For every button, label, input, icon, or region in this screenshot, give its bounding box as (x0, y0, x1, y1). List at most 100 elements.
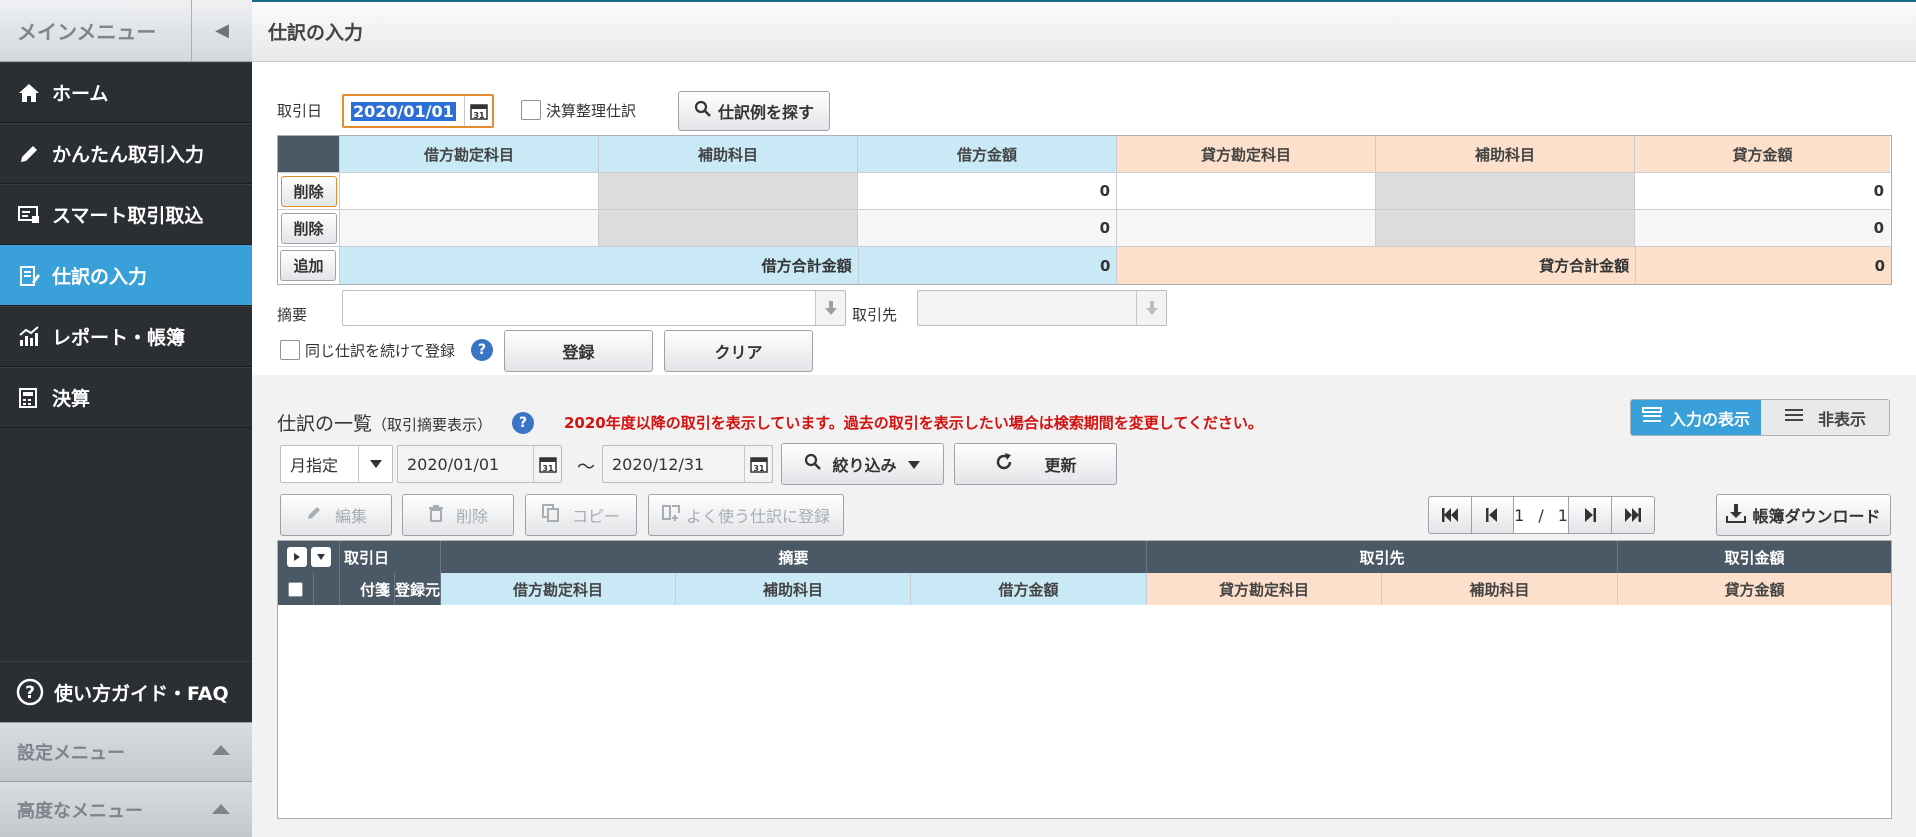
date-value: 2020/01/01 (351, 101, 456, 121)
help-icon[interactable]: ? (471, 339, 493, 361)
select-all-checkbox[interactable] (288, 581, 303, 597)
debit-sub-account-cell (599, 173, 858, 209)
column-header: 貸方勘定科目 (1117, 136, 1376, 172)
adjustment-entry-checkbox[interactable] (521, 100, 541, 120)
column-header[interactable]: 登録元 (395, 573, 441, 605)
date-label: 取引日 (277, 102, 323, 120)
add-favorite-button[interactable]: よく使う仕訳に登録 (648, 494, 844, 536)
sidebar-item-guide-faq[interactable]: ? 使い方ガイド・FAQ (0, 661, 252, 722)
sidebar-item-reports[interactable]: レポート・帳簿 (0, 306, 252, 367)
pencil-icon (305, 504, 323, 526)
debit-account-cell[interactable] (340, 210, 599, 246)
trash-icon (428, 504, 444, 526)
add-row-button[interactable]: 追加 (280, 250, 337, 281)
column-header[interactable]: 借方勘定科目 (441, 573, 676, 605)
column-header[interactable]: 取引先 (1147, 541, 1618, 573)
delete-row-button[interactable]: 削除 (280, 212, 337, 244)
repeat-entry-label: 同じ仕訳を続けて登録 (305, 342, 456, 360)
column-header[interactable]: 補助科目 (1382, 573, 1618, 605)
memo-input[interactable] (342, 290, 846, 326)
sidebar-item-journal-entry[interactable]: 仕訳の入力 (0, 245, 252, 306)
first-page-button[interactable] (1429, 497, 1472, 533)
entry-display-toggle[interactable]: 入力の表示 非表示 (1630, 399, 1890, 436)
credit-amount-cell[interactable]: 0 (1635, 173, 1890, 209)
credit-account-cell[interactable] (1117, 210, 1376, 246)
find-example-button[interactable]: 仕訳例を探す (678, 91, 830, 131)
totals-row: 追加 借方合計金額 0 貸方合計金額 0 (278, 247, 1891, 284)
question-circle-icon: ? (16, 678, 44, 706)
transaction-date-input[interactable]: 2020/01/01 31 (342, 94, 494, 128)
sidebar-item-easy-entry[interactable]: かんたん取引入力 (0, 123, 252, 184)
advanced-menu-label: 高度なメニュー (17, 800, 143, 822)
credit-amount-cell[interactable]: 0 (1635, 210, 1890, 246)
sidebar-title: メインメニュー (0, 0, 192, 61)
calendar-icon[interactable]: 31 (533, 446, 561, 482)
column-header[interactable]: 摘要 (441, 541, 1147, 573)
period-mode-select[interactable]: 月指定 (280, 445, 393, 483)
journal-icon (16, 263, 42, 289)
partner-input[interactable] (917, 290, 1167, 326)
date-to-input[interactable]: 2020/12/31 31 (602, 445, 773, 483)
repeat-entry-checkbox[interactable] (280, 340, 300, 360)
advanced-menu-toggle[interactable]: 高度なメニュー (0, 781, 252, 837)
guide-label: 使い方ガイド・FAQ (54, 682, 229, 705)
sidebar-item-home[interactable]: ホーム (0, 62, 252, 123)
column-header[interactable]: 貸方勘定科目 (1147, 573, 1382, 605)
column-header[interactable]: 貸方金額 (1618, 573, 1891, 605)
copy-button[interactable]: コピー (525, 494, 637, 536)
delete-row-button[interactable]: 削除 (280, 175, 337, 207)
debit-amount-cell[interactable]: 0 (858, 173, 1117, 209)
debit-amount-cell[interactable]: 0 (858, 210, 1117, 246)
credit-account-cell[interactable] (1117, 173, 1376, 209)
credit-total-value: 0 (1636, 247, 1891, 284)
debit-sub-account-cell (599, 210, 858, 246)
hide-entry-option[interactable]: 非表示 (1761, 400, 1889, 435)
table-row: 削除 0 0 (278, 210, 1891, 247)
collapse-all-button[interactable] (310, 547, 331, 567)
last-page-button[interactable] (1612, 497, 1654, 533)
calendar-icon[interactable]: 31 (744, 446, 772, 482)
arrow-down-icon[interactable] (815, 291, 845, 325)
column-header[interactable]: 借方金額 (911, 573, 1147, 605)
filter-button[interactable]: 絞り込み (781, 443, 944, 485)
credit-sub-account-cell (1376, 173, 1635, 209)
download-ledger-button[interactable]: 帳簿ダウンロード (1716, 494, 1891, 536)
show-entry-option[interactable]: 入力の表示 (1631, 400, 1761, 435)
settlement-icon (16, 385, 42, 411)
sidebar-collapse-button[interactable]: ◀ (192, 0, 252, 61)
next-page-button[interactable] (1569, 497, 1612, 533)
sidebar-item-smart-import[interactable]: スマート取引取込 (0, 184, 252, 245)
refresh-button[interactable]: 更新 (954, 443, 1117, 485)
credit-sub-account-cell (1376, 210, 1635, 246)
date-range-separator: ～ (577, 457, 595, 478)
clear-button[interactable]: クリア (664, 330, 813, 372)
partner-label: 取引先 (852, 306, 898, 324)
help-icon[interactable]: ? (512, 412, 534, 434)
sidebar-item-settlement[interactable]: 決算 (0, 367, 252, 428)
table-row: 削除 0 0 (278, 173, 1891, 210)
column-header[interactable]: 取引日 (340, 541, 441, 573)
svg-text:31: 31 (473, 111, 485, 120)
column-header[interactable]: 付箋 (340, 573, 395, 605)
column-header[interactable]: 取引金額 (1618, 541, 1891, 573)
chevron-up-icon (212, 804, 230, 814)
list-icon (1784, 407, 1804, 429)
register-button[interactable]: 登録 (504, 330, 653, 372)
book-plus-icon (661, 504, 680, 526)
sidebar-item-label: 仕訳の入力 (52, 266, 148, 288)
caret-down-icon (907, 455, 921, 474)
settings-menu-toggle[interactable]: 設定メニュー (0, 722, 252, 781)
date-from-input[interactable]: 2020/01/01 31 (397, 445, 562, 483)
chevron-up-icon (212, 745, 230, 755)
table-header: 取引日 摘要 取引先 取引金額 (278, 541, 1891, 573)
period-warning: 2020年度以降の取引を表示しています。過去の取引を表示したい場合は検索期間を変… (564, 414, 1263, 432)
edit-button[interactable]: 編集 (280, 494, 392, 536)
arrow-down-icon[interactable] (1136, 291, 1166, 325)
refresh-icon (994, 452, 1014, 476)
debit-account-cell[interactable] (340, 173, 599, 209)
delete-button[interactable]: 削除 (402, 494, 514, 536)
prev-page-button[interactable] (1472, 497, 1515, 533)
column-header[interactable]: 補助科目 (676, 573, 911, 605)
calendar-icon[interactable]: 31 (464, 96, 492, 126)
expand-all-button[interactable] (286, 547, 307, 567)
